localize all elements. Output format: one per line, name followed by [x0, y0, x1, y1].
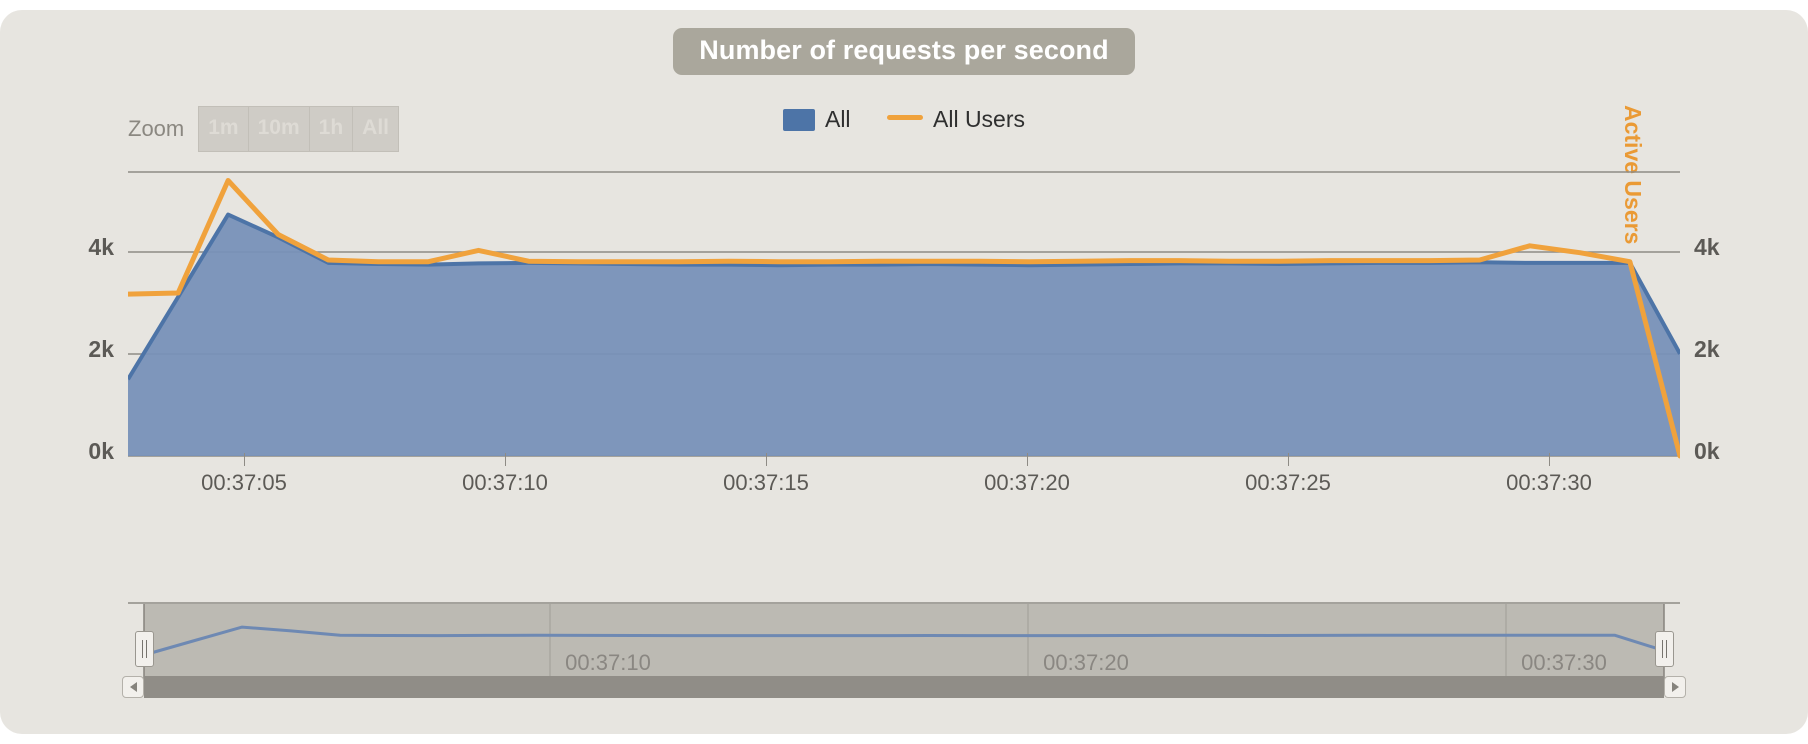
- legend-item-all-users[interactable]: All Users: [887, 106, 1025, 133]
- navigator-svg[interactable]: [128, 602, 1680, 710]
- x-axis-tick-0: 00:37:05: [201, 470, 287, 495]
- scroll-left-button[interactable]: [122, 676, 144, 698]
- navigator-selected-range[interactable]: [144, 604, 1664, 676]
- y-axis-left-tick-2k: 2k: [88, 336, 114, 362]
- x-axis-tick-2: 00:37:15: [723, 470, 809, 495]
- range-handle-right[interactable]: [1655, 631, 1674, 667]
- y-axis-right-tick-2k: 2k: [1694, 336, 1720, 362]
- chart-title-wrap: Number of requests per second: [0, 28, 1808, 75]
- y-axis-right-tick-0k: 0k: [1694, 438, 1720, 464]
- chevron-left-icon: [129, 682, 137, 692]
- range-handle-left[interactable]: [135, 631, 154, 667]
- legend-line-icon-all-users: [887, 115, 923, 120]
- scroll-right-button[interactable]: [1664, 676, 1686, 698]
- x-tick-mark-4: [1288, 453, 1289, 466]
- y-axis-left-tick-4k: 4k: [88, 234, 114, 260]
- chart-navigator[interactable]: 00:37:10 00:37:20 00:37:30: [122, 602, 1686, 710]
- legend-label-all: All: [824, 106, 851, 132]
- chart-legend: All All Users: [0, 106, 1808, 133]
- navigator-x-label-1: 00:37:20: [1043, 650, 1129, 675]
- chevron-right-icon: [1671, 682, 1679, 692]
- y-axis-left-tick-0k: 0k: [88, 438, 114, 464]
- series-all-area: [128, 212, 1680, 456]
- x-tick-mark-3: [1027, 453, 1028, 466]
- navigator-x-label-0: 00:37:10: [565, 650, 651, 675]
- navigator-scrollbar-track[interactable]: [144, 676, 1664, 698]
- x-tick-mark-5: [1549, 453, 1550, 466]
- x-tick-mark-2: [766, 453, 767, 466]
- x-axis-tick-5: 00:37:30: [1506, 470, 1592, 495]
- x-axis-tick-1: 00:37:10: [462, 470, 548, 495]
- chart-container: Number of requests per second Zoom 1m 10…: [0, 10, 1808, 734]
- legend-label-all-users: All Users: [933, 106, 1026, 132]
- plot-svg: [128, 171, 1680, 459]
- x-tick-mark-1: [505, 453, 506, 466]
- legend-swatch-icon-all: [782, 108, 815, 131]
- page-title: Number of requests per second: [673, 28, 1135, 75]
- y-axis-right-tick-4k: 4k: [1694, 234, 1720, 260]
- legend-item-all[interactable]: All: [782, 106, 851, 133]
- x-axis-tick-4: 00:37:25: [1245, 470, 1331, 495]
- x-tick-mark-0: [244, 453, 245, 466]
- navigator-x-label-2: 00:37:30: [1521, 650, 1607, 675]
- plot-area: 0k 2k 4k 0k 2k 4k 00:37:05 00:37:10 00:3…: [88, 170, 1720, 515]
- x-axis-tick-3: 00:37:20: [984, 470, 1070, 495]
